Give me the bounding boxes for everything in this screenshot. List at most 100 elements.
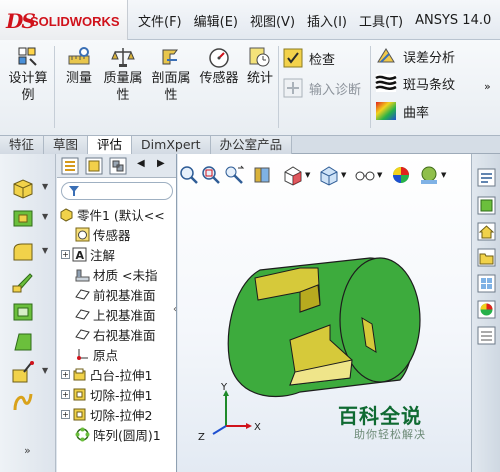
- origin-icon: [77, 348, 88, 360]
- tree-node-boss-extrude[interactable]: + 凸台-拉伸1: [61, 364, 152, 384]
- fillet-icon[interactable]: [10, 240, 36, 264]
- tree-root-part[interactable]: 零件1 (默认<<: [59, 204, 165, 224]
- tree-node-label: 注解: [90, 247, 116, 263]
- tree-node-material[interactable]: 材质 <未指: [75, 264, 157, 284]
- tree-root-label: 零件1 (默认<<: [77, 207, 165, 223]
- import-diagnostics-button[interactable]: 输入诊断: [283, 78, 361, 98]
- sensor-button[interactable]: 传感器: [197, 46, 241, 87]
- custom-properties-icon[interactable]: [477, 326, 496, 345]
- tab-sketch[interactable]: 草图: [44, 136, 89, 154]
- curvature-icon: [376, 102, 396, 120]
- zebra-stripes-button[interactable]: 斑马条纹: [375, 73, 455, 93]
- cut-extrude-icon: [73, 408, 86, 420]
- tree-panel-tabs: ◀ ▶: [57, 154, 176, 178]
- property-manager-tab-icon[interactable]: [85, 157, 103, 175]
- menu-view[interactable]: 视图(V): [244, 11, 301, 30]
- wizard-icon[interactable]: [10, 360, 36, 384]
- statistics-label: 统计: [246, 71, 273, 86]
- panel-scroll-right-icon[interactable]: ▶: [157, 158, 165, 169]
- extruded-cut-icon[interactable]: [10, 206, 36, 230]
- view-palette-icon[interactable]: [477, 274, 496, 293]
- ribbon-separator: [370, 46, 371, 128]
- tree-node-annotations[interactable]: + A 注解: [61, 244, 115, 264]
- tree-node-cut-extrude-2[interactable]: + 切除-拉伸2: [61, 404, 152, 424]
- chevron-down-icon[interactable]: ▼: [42, 246, 48, 255]
- tree-node-right-plane[interactable]: 右视基准面: [75, 324, 156, 344]
- chevron-down-icon[interactable]: ▼: [42, 366, 48, 375]
- tree-node-label: 传感器: [93, 227, 131, 243]
- expand-plus-icon[interactable]: +: [61, 409, 70, 419]
- tree-node-label: 凸台-拉伸1: [90, 367, 153, 383]
- feature-manager-tab-icon[interactable]: [61, 157, 79, 175]
- rib-icon[interactable]: [10, 270, 36, 294]
- statistics-icon: [249, 47, 270, 67]
- tab-features[interactable]: 特征: [0, 136, 45, 154]
- design-study-button[interactable]: 设计算 例: [8, 46, 48, 104]
- tree-node-origin[interactable]: 原点: [75, 344, 118, 364]
- check-icon: [283, 48, 303, 68]
- mass-properties-button[interactable]: 质量属 性: [100, 46, 146, 104]
- ribbon-expand-arrow[interactable]: »: [484, 80, 491, 93]
- deviation-analysis-button[interactable]: 误差分析: [375, 46, 455, 66]
- statistics-button[interactable]: 统计: [244, 46, 276, 87]
- curvature-button[interactable]: 曲率: [375, 101, 429, 121]
- design-study-label-2: 例: [21, 88, 35, 103]
- tree-filter[interactable]: [61, 182, 173, 200]
- solidworks-resources-icon[interactable]: [477, 168, 496, 187]
- triad-y-label: Y: [221, 382, 228, 393]
- expand-plus-icon[interactable]: +: [61, 389, 70, 399]
- tree-node-sensors[interactable]: 传感器: [75, 224, 131, 244]
- section-properties-label-1: 剖面属: [151, 71, 191, 86]
- menu-bar: 文件(F) 编辑(E) 视图(V) 插入(I) 工具(T) ANSYS 14.0: [132, 0, 497, 40]
- deviation-icon: [377, 48, 395, 63]
- menu-tools[interactable]: 工具(T): [353, 11, 409, 30]
- boss-extrude-icon: [73, 368, 86, 380]
- measure-label: 测量: [65, 71, 92, 86]
- ribbon-separator: [54, 46, 55, 128]
- design-study-icon: [18, 47, 37, 66]
- tab-dimxpert[interactable]: DimXpert: [132, 136, 211, 154]
- menu-edit[interactable]: 编辑(E): [188, 11, 244, 30]
- import-diagnostics-icon: [283, 78, 303, 98]
- menu-file[interactable]: 文件(F): [132, 11, 188, 30]
- app-logo-text: SOLIDWORKS: [30, 14, 120, 29]
- design-study-label-1: 设计算: [8, 71, 48, 86]
- configuration-manager-tab-icon[interactable]: [109, 157, 127, 175]
- panel-scroll-left-icon[interactable]: ◀: [137, 158, 145, 169]
- shell-icon[interactable]: [10, 300, 36, 324]
- graphics-area[interactable]: ▼ ▼ ▼ ▼ Y X Z: [178, 154, 471, 472]
- chevron-down-icon[interactable]: ▼: [42, 212, 48, 221]
- menu-ansys[interactable]: ANSYS 14.0: [409, 13, 497, 28]
- plane-icon: [75, 308, 90, 320]
- tab-office-products[interactable]: 办公室产品: [210, 136, 293, 154]
- tree-node-circular-pattern[interactable]: 阵列(圆周)1: [75, 424, 161, 444]
- circular-pattern-icon: [75, 427, 90, 441]
- expand-toolbar-icon[interactable]: »: [24, 444, 31, 457]
- gauge-icon: [209, 48, 229, 68]
- curvature-label: 曲率: [403, 105, 430, 121]
- watermark-title: 百科全说: [338, 404, 422, 428]
- curves-icon[interactable]: [10, 390, 36, 414]
- measure-button[interactable]: 测量: [62, 46, 96, 87]
- tab-evaluate[interactable]: 评估: [88, 136, 133, 154]
- check-button[interactable]: 检查: [283, 48, 335, 68]
- expand-plus-icon[interactable]: +: [61, 249, 70, 259]
- appearances-icon[interactable]: [477, 300, 496, 319]
- part-icon: [60, 207, 73, 222]
- tree-node-top-plane[interactable]: 上视基准面: [75, 304, 156, 324]
- home-icon[interactable]: [477, 222, 496, 241]
- tree-node-label: 阵列(圆周)1: [93, 427, 161, 443]
- section-properties-button[interactable]: 剖面属 性: [148, 46, 194, 104]
- design-library-icon[interactable]: [477, 196, 496, 215]
- draft-icon[interactable]: [10, 330, 36, 354]
- expand-plus-icon[interactable]: +: [61, 369, 70, 379]
- app-logo[interactable]: DS SOLIDWORKS: [0, 0, 128, 40]
- menu-insert[interactable]: 插入(I): [301, 11, 353, 30]
- panel-collapse-handle[interactable]: ‹: [173, 304, 176, 315]
- chevron-down-icon[interactable]: ▼: [42, 182, 48, 191]
- tree-node-cut-extrude-1[interactable]: + 切除-拉伸1: [61, 384, 152, 404]
- tree-node-front-plane[interactable]: 前视基准面: [75, 284, 156, 304]
- svg-text:A: A: [76, 249, 85, 262]
- extruded-boss-icon[interactable]: [10, 176, 36, 200]
- file-explorer-icon[interactable]: [477, 248, 496, 267]
